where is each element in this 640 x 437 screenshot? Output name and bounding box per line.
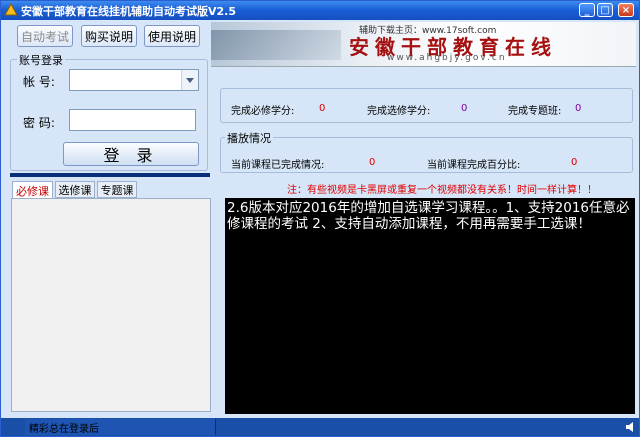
log-console: 2.6版本对应2016年的增加自选课学习课程。。1、支持2016任意必修课程的考… [225, 198, 635, 414]
account-field[interactable] [69, 69, 199, 91]
password-field[interactable] [69, 109, 196, 131]
window-title: 安徽干部教育在线挂机辅助自动考试版V2.5 [21, 5, 236, 18]
current-percent-label: 当前课程完成百分比: [427, 160, 521, 171]
course-list[interactable] [11, 198, 211, 412]
required-credits-label: 完成必修学分: [231, 106, 295, 117]
close-button[interactable]: × [618, 3, 634, 17]
banner-url: www.ahgbjy.gov.cn [387, 53, 507, 63]
tab-required[interactable]: 必修课 [12, 181, 53, 199]
topic-class-value: 0 [575, 103, 582, 114]
current-percent-value: 0 [571, 157, 578, 168]
title-bar: 安徽干部教育在线挂机辅助自动考试版V2.5 _ □ × [1, 1, 639, 20]
banner-mountains [211, 30, 341, 60]
account-label: 帐 号: [23, 75, 55, 89]
current-done-value: 0 [369, 157, 376, 168]
speaker-icon [626, 422, 633, 432]
buy-help-button[interactable]: 购买说明 [81, 25, 137, 47]
notice-text: 注：有些视频是卡黑屏或重复一个视频都没有关系！时间一样计算！！ [287, 185, 597, 196]
left-divider [10, 173, 210, 177]
login-group-title: 账号登录 [17, 52, 65, 68]
status-text: 精彩总在登录后 [29, 424, 99, 435]
status-bar: 精彩总在登录后 [1, 418, 639, 436]
current-done-label: 当前课程已完成情况: [231, 160, 325, 171]
banner: 辅助下载主页：www.17soft.com 安徽干部教育在线 www.ahgbj… [211, 22, 636, 67]
maximize-button[interactable]: □ [597, 3, 613, 17]
minimize-button[interactable]: _ [579, 3, 595, 17]
password-label: 密 码: [23, 116, 55, 130]
tab-topic[interactable]: 专题课 [97, 181, 137, 198]
account-dropdown-button[interactable] [181, 70, 198, 90]
tab-elective[interactable]: 选修课 [55, 181, 95, 198]
chevron-down-icon [186, 77, 194, 83]
usage-help-button[interactable]: 使用说明 [144, 25, 200, 47]
elective-credits-value: 0 [461, 103, 468, 114]
app-window: 安徽干部教育在线挂机辅助自动考试版V2.5 _ □ × 自动考试 购买说明 使用… [0, 0, 640, 437]
playback-group-title: 播放情况 [225, 130, 273, 146]
app-icon [4, 3, 18, 16]
auto-exam-button[interactable]: 自动考试 [17, 25, 73, 47]
login-button[interactable]: 登 录 [63, 142, 199, 166]
elective-credits-label: 完成选修学分: [367, 106, 431, 117]
topic-class-label: 完成专题班: [508, 106, 562, 117]
required-credits-value: 0 [319, 103, 326, 114]
